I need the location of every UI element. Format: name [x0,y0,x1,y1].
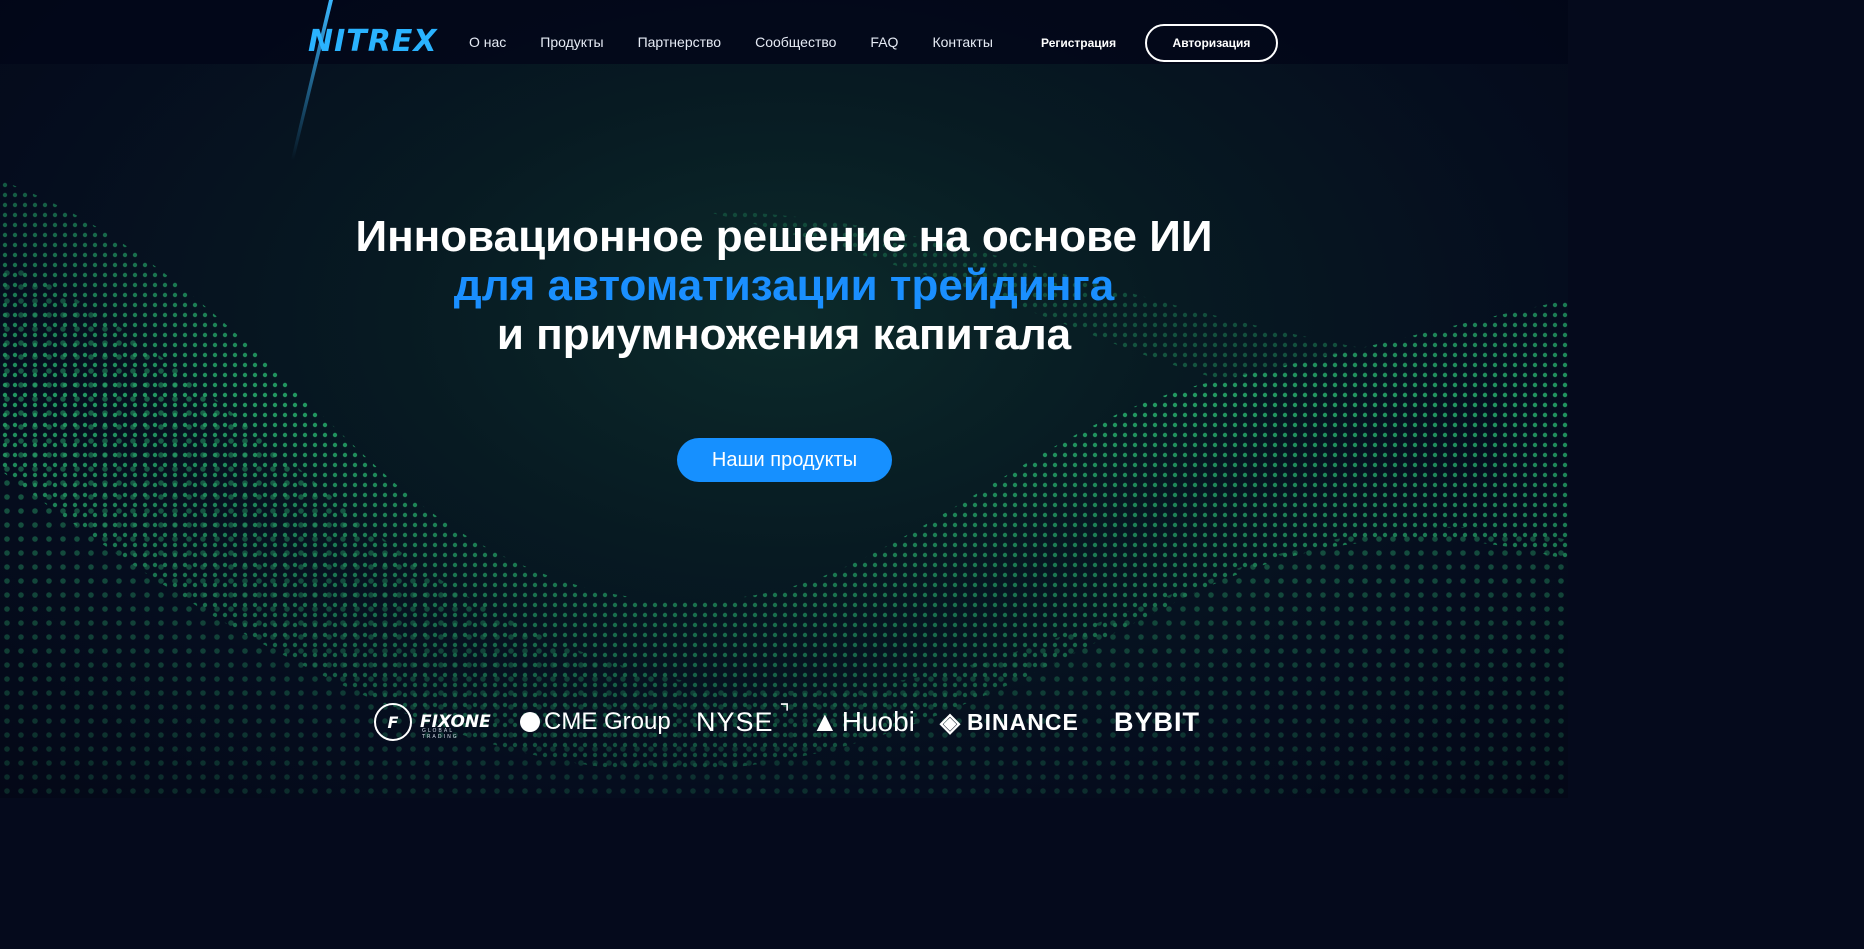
bybit-name: BYBIT [1114,706,1200,737]
nyse-name: NYSE [696,706,774,737]
partner-logo-binance: ◈ BINANCE [940,698,1079,746]
fixone-emblem-icon: F [374,703,412,741]
nav-item-products[interactable]: Продукты [540,34,603,50]
nav-item-contacts[interactable]: Контакты [932,34,992,50]
nitrex-logo[interactable]: NITREX [308,24,437,59]
partner-logo-huobi: ▲ Huobi [811,698,915,746]
hero-heading: Инновационное решение на основе ИИ для а… [0,212,1568,359]
partner-logo-nyse: NYSE ⌝ [696,698,791,746]
main-nav: О нас Продукты Партнерство Сообщество FA… [469,34,1027,50]
landing-page: NITREX О нас Продукты Партнерство Сообще… [0,0,1568,798]
partner-logo-cme: CME Group [520,698,671,746]
nav-item-faq[interactable]: FAQ [870,34,898,50]
top-navigation-bar [0,0,1568,64]
login-button[interactable]: Авторизация [1145,24,1278,62]
particle-wave-background [0,180,1568,798]
globe-icon [520,712,540,732]
hero-line-2: для автоматизации трейдинга [453,261,1115,310]
nav-item-about[interactable]: О нас [469,34,506,50]
partner-logo-bybit: BYBIT [1114,698,1200,746]
partner-logos: F FIXONE GLOBAL TRADING CME Group NYSE ⌝… [374,698,1204,746]
huobi-name: Huobi [841,706,915,737]
partner-logo-fixone: F FIXONE GLOBAL TRADING [374,698,491,746]
flame-icon: ▲ [811,706,839,737]
nav-item-partnership[interactable]: Партнерство [638,34,722,50]
register-link[interactable]: Регистрация [1041,36,1116,50]
hero-line-1: Инновационное решение на основе ИИ [355,212,1213,261]
nav-item-community[interactable]: Сообщество [755,34,836,50]
binance-diamond-icon: ◈ [940,706,961,737]
cme-name: CME Group [544,708,671,735]
hero-line-3: и приумножения капитала [496,310,1072,359]
our-products-button[interactable]: Наши продукты [677,438,892,482]
fixone-subtitle: GLOBAL TRADING [422,728,459,740]
binance-name: BINANCE [967,708,1079,735]
nyse-corner-icon: ⌝ [779,700,791,725]
